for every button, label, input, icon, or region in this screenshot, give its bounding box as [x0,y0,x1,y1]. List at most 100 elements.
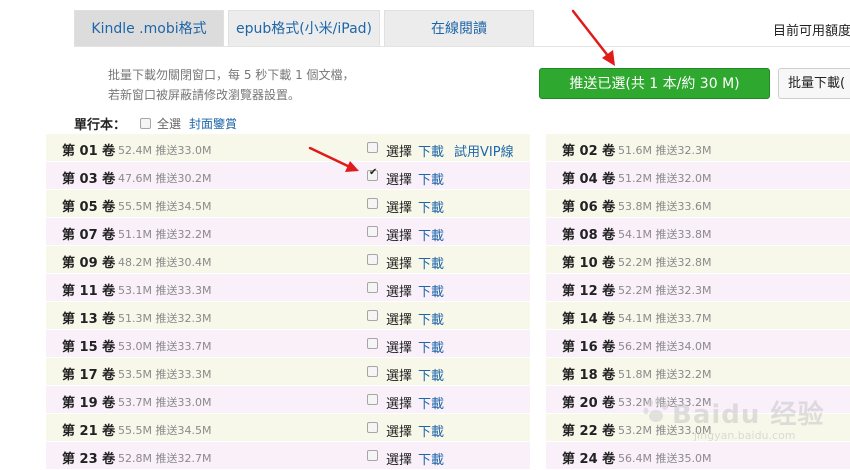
volume-row: 第 13 卷 51.3M 推送32.3M 選擇 下載 [46,302,530,330]
volume-size: 52.2M 推送32.3M [618,284,712,297]
volume-name: 第 06 卷 [562,200,616,215]
volume-row: 第 14 卷 54.1M 推送33.7M [546,302,850,330]
volume-row: 第 20 卷 53.2M 推送33.2M [546,386,850,414]
download-link[interactable]: 下載 [418,197,444,216]
download-link[interactable]: 下載 [418,365,444,384]
select-checkbox[interactable] [367,422,378,433]
download-link[interactable]: 下載 [418,337,444,356]
send-selected-button[interactable]: 推送已選(共 1 本/約 30 M) [539,68,770,99]
select-link[interactable]: 選擇 [386,449,412,468]
volume-name: 第 19 卷 [62,396,116,411]
select-checkbox[interactable] [367,198,378,209]
download-link[interactable]: 下載 [418,421,444,440]
volume-name: 第 16 卷 [562,340,616,355]
volume-name: 第 14 卷 [562,312,616,327]
volume-name: 第 18 卷 [562,368,616,383]
volume-row: 第 22 卷 53.2M 推送33.0M [546,414,850,442]
batch-download-button[interactable]: 批量下載( [778,68,850,99]
select-link[interactable]: 選擇 [386,225,412,244]
volume-name: 第 13 卷 [62,312,116,327]
select-all-label[interactable]: 全選 [157,115,181,132]
volume-row: 第 01 卷 52.4M 推送33.0M 選擇 下載 試用VIP線 [46,134,530,162]
volume-size: 53.2M 推送33.2M [618,396,712,409]
red-arrow-icon [571,9,615,66]
volume-size: 53.5M 推送33.3M [118,368,212,381]
cover-gallery-link[interactable]: 封面鑒賞 [189,115,237,132]
volume-name: 第 11 卷 [62,284,116,299]
volume-size: 52.8M 推送32.7M [118,452,212,465]
select-checkbox[interactable] [367,366,378,377]
download-link[interactable]: 下載 [418,169,444,188]
select-checkbox[interactable] [367,394,378,405]
volume-size: 47.6M 推送30.2M [118,172,212,185]
volume-name: 第 01 卷 [62,144,116,159]
download-link[interactable]: 下載 [418,449,444,468]
volume-row: 第 15 卷 53.0M 推送33.7M 選擇 下載 [46,330,530,358]
select-link[interactable]: 選擇 [386,365,412,384]
select-link[interactable]: 選擇 [386,169,412,188]
download-link[interactable]: 下載 [418,253,444,272]
download-link[interactable]: 下載 [418,309,444,328]
volume-size: 53.7M 推送33.0M [118,396,212,409]
tab-online-reading[interactable]: 在線閱讀 [384,10,534,46]
volume-list-left: 第 01 卷 52.4M 推送33.0M 選擇 下載 試用VIP線 第 03 卷… [46,134,530,470]
volume-name: 第 10 卷 [562,256,616,271]
volume-name: 第 07 卷 [62,228,116,243]
select-link[interactable]: 選擇 [386,281,412,300]
select-link[interactable]: 選擇 [386,421,412,440]
select-link[interactable]: 選擇 [386,253,412,272]
volume-row: 第 18 卷 51.8M 推送32.2M [546,358,850,386]
volume-row: 第 06 卷 53.8M 推送33.6M [546,190,850,218]
volume-row: 第 11 卷 53.1M 推送33.3M 選擇 下載 [46,274,530,302]
tab-epub[interactable]: epub格式(小米/iPad) [228,10,380,46]
volume-name: 第 08 卷 [562,228,616,243]
volume-name: 第 23 卷 [62,452,116,467]
volume-row: 第 04 卷 51.2M 推送32.0M [546,162,850,190]
volume-size: 53.8M 推送33.6M [618,200,712,213]
volume-size: 51.1M 推送32.2M [118,228,212,241]
volume-size: 53.1M 推送33.3M [118,284,212,297]
select-link[interactable]: 選擇 [386,337,412,356]
download-link[interactable]: 下載 [418,141,444,160]
volume-header: 單行本： 全選 封面鑒賞 [74,114,237,133]
select-checkbox[interactable] [367,226,378,237]
vip-trial-link[interactable]: 試用VIP線 [454,141,514,160]
select-checkbox[interactable] [367,310,378,321]
volume-size: 48.2M 推送30.4M [118,256,212,269]
select-link[interactable]: 選擇 [386,393,412,412]
select-checkbox[interactable] [367,450,378,461]
select-checkbox[interactable] [367,338,378,349]
select-checkbox-checked[interactable] [367,167,378,181]
volume-label: 單行本： [74,117,127,133]
download-link[interactable]: 下載 [418,393,444,412]
volume-name: 第 15 卷 [62,340,116,355]
select-checkbox[interactable] [367,282,378,293]
select-all-checkbox[interactable] [140,117,152,129]
select-link[interactable]: 選擇 [386,141,412,160]
volume-name: 第 03 卷 [62,172,116,187]
volume-name: 第 04 卷 [562,172,616,187]
volume-row: 第 09 卷 48.2M 推送30.4M 選擇 下載 [46,246,530,274]
volume-row: 第 07 卷 51.1M 推送32.2M 選擇 下載 [46,218,530,246]
select-link[interactable]: 選擇 [386,309,412,328]
volume-row: 第 05 卷 55.5M 推送34.5M 選擇 下載 [46,190,530,218]
volume-row: 第 08 卷 54.1M 推送33.8M [546,218,850,246]
volume-size: 51.2M 推送32.0M [618,172,712,185]
volume-row: 第 17 卷 53.5M 推送33.3M 選擇 下載 [46,358,530,386]
volume-row: 第 19 卷 53.7M 推送33.0M 選擇 下載 [46,386,530,414]
volume-row: 第 24 卷 56.4M 推送35.0M [546,442,850,470]
batch-note-line-2: 若新窗口被屏蔽請修改瀏覽器設置。 [108,88,301,102]
download-link[interactable]: 下載 [418,281,444,300]
volume-row: 第 21 卷 55.5M 推送34.5M 選擇 下載 [46,414,530,442]
volume-name: 第 09 卷 [62,256,116,271]
volume-name: 第 20 卷 [562,396,616,411]
tab-kindle-mobi[interactable]: Kindle .mobi格式 [74,10,224,46]
volume-name: 第 02 卷 [562,144,616,159]
select-checkbox[interactable] [367,254,378,265]
download-link[interactable]: 下載 [418,225,444,244]
select-checkbox[interactable] [367,142,378,153]
volume-size: 51.8M 推送32.2M [618,368,712,381]
select-link[interactable]: 選擇 [386,197,412,216]
volume-row: 第 02 卷 51.6M 推送32.3M [546,134,850,162]
volume-name: 第 17 卷 [62,368,116,383]
